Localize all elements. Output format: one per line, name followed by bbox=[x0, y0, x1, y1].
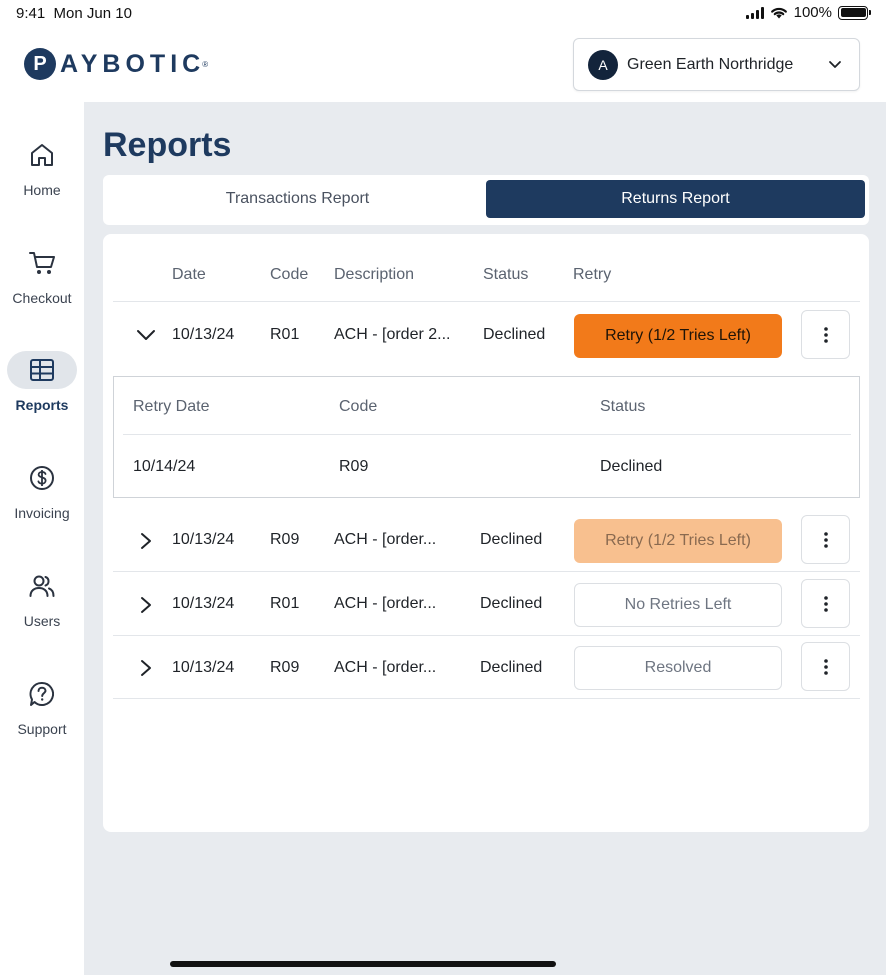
column-header-status: Status bbox=[483, 266, 529, 283]
divider bbox=[113, 301, 860, 302]
returns-table-card: Date Code Description Status Retry 10/13… bbox=[103, 234, 869, 832]
cart-icon bbox=[29, 252, 55, 274]
sidebar-item-label: Support bbox=[17, 721, 67, 737]
sidebar-item-reports[interactable]: Reports bbox=[0, 351, 84, 451]
home-icon bbox=[31, 144, 53, 166]
retry-button[interactable]: Retry (1/2 Tries Left) bbox=[574, 519, 782, 563]
row-menu-button[interactable] bbox=[801, 310, 850, 359]
main-content: Reports Transactions Report Returns Repo… bbox=[84, 102, 886, 975]
chevron-down-icon bbox=[829, 61, 841, 68]
cell-description: ACH - [order... bbox=[334, 659, 437, 676]
divider bbox=[113, 698, 860, 699]
cell-date: 10/13/24 bbox=[172, 659, 235, 676]
logo-text: AYBOTIC bbox=[60, 49, 206, 78]
retry-cell-date: 10/14/24 bbox=[133, 458, 196, 475]
home-indicator[interactable] bbox=[170, 961, 556, 967]
retry-button[interactable]: Retry (1/2 Tries Left) bbox=[574, 314, 782, 358]
report-tabs: Transactions Report Returns Report bbox=[103, 175, 869, 225]
cell-code: R09 bbox=[270, 659, 300, 676]
sidebar-item-home[interactable]: Home bbox=[0, 136, 84, 236]
divider bbox=[113, 635, 860, 636]
cell-date: 10/13/24 bbox=[172, 595, 235, 612]
cell-description: ACH - [order... bbox=[334, 595, 437, 612]
chevron-down-icon[interactable] bbox=[135, 326, 157, 344]
wifi-icon bbox=[770, 7, 787, 19]
tab-transactions-report[interactable]: Transactions Report bbox=[108, 180, 487, 218]
avatar: A bbox=[588, 49, 618, 80]
row-menu-button[interactable] bbox=[801, 579, 850, 628]
sidebar-item-invoicing[interactable]: Invoicing bbox=[0, 459, 84, 559]
page-title: Reports bbox=[103, 126, 232, 164]
chevron-right-icon[interactable] bbox=[137, 658, 155, 678]
store-selector[interactable]: A Green Earth Northridge bbox=[573, 38, 860, 91]
sidebar-item-label: Home bbox=[23, 182, 61, 198]
chevron-right-icon[interactable] bbox=[137, 595, 155, 615]
battery-percent: 100% bbox=[793, 4, 832, 21]
column-header-retry-date: Retry Date bbox=[133, 398, 210, 415]
logo-mark: P bbox=[24, 48, 56, 80]
help-bubble-icon bbox=[29, 681, 54, 706]
cell-description: ACH - [order 2... bbox=[334, 326, 451, 343]
resolved-button[interactable]: Resolved bbox=[574, 646, 782, 690]
users-icon bbox=[29, 575, 55, 597]
divider bbox=[113, 571, 860, 572]
cell-status: Declined bbox=[480, 531, 543, 548]
status-time: 9:41 Mon Jun 10 bbox=[16, 5, 132, 22]
retry-cell-code: R09 bbox=[339, 458, 369, 475]
retry-history-table: Retry Date Code Status 10/14/24 R09 Decl… bbox=[113, 376, 860, 498]
cell-status: Declined bbox=[480, 659, 543, 676]
sidebar-item-checkout[interactable]: Checkout bbox=[0, 244, 84, 344]
cell-code: R09 bbox=[270, 531, 300, 548]
store-name: Green Earth Northridge bbox=[627, 55, 794, 73]
sidebar-item-label: Users bbox=[23, 613, 61, 629]
divider bbox=[123, 434, 851, 435]
dollar-circle-icon bbox=[30, 466, 54, 490]
sidebar-item-label: Checkout bbox=[12, 290, 72, 306]
cell-code: R01 bbox=[270, 326, 300, 343]
sidebar-item-users[interactable]: Users bbox=[0, 567, 84, 667]
no-retries-button[interactable]: No Retries Left bbox=[574, 583, 782, 627]
more-vertical-icon bbox=[823, 531, 828, 548]
status-bar: 9:41 Mon Jun 10 100% bbox=[0, 0, 886, 28]
table-icon bbox=[30, 359, 54, 381]
sidebar: Home Checkout Reports Invoicing Users Su… bbox=[0, 102, 84, 975]
cell-description: ACH - [order... bbox=[334, 531, 437, 548]
sidebar-item-label: Invoicing bbox=[14, 505, 70, 521]
cell-date: 10/13/24 bbox=[172, 531, 235, 548]
column-header-retry-code: Code bbox=[339, 398, 378, 415]
cell-status: Declined bbox=[483, 326, 546, 343]
more-vertical-icon bbox=[823, 326, 828, 343]
column-header-description: Description bbox=[334, 266, 415, 283]
cell-date: 10/13/24 bbox=[172, 326, 235, 343]
cellular-signal-icon bbox=[745, 6, 764, 19]
more-vertical-icon bbox=[823, 658, 828, 675]
column-header-code: Code bbox=[270, 266, 309, 283]
battery-icon bbox=[838, 5, 871, 20]
logo-registered-mark: ® bbox=[202, 59, 209, 69]
row-menu-button[interactable] bbox=[801, 642, 850, 691]
retry-cell-status: Declined bbox=[600, 458, 663, 475]
column-header-date: Date bbox=[172, 266, 206, 283]
chevron-right-icon[interactable] bbox=[137, 531, 155, 551]
cell-code: R01 bbox=[270, 595, 300, 612]
sidebar-item-support[interactable]: Support bbox=[0, 675, 84, 775]
sidebar-item-label: Reports bbox=[15, 397, 69, 413]
top-bar: P AYBOTIC ® A Green Earth Northridge bbox=[0, 28, 886, 102]
column-header-retry-status: Status bbox=[600, 398, 646, 415]
more-vertical-icon bbox=[823, 595, 828, 612]
row-menu-button[interactable] bbox=[801, 515, 850, 564]
tab-returns-report[interactable]: Returns Report bbox=[486, 180, 865, 218]
cell-status: Declined bbox=[480, 595, 543, 612]
column-header-retry: Retry bbox=[573, 266, 612, 283]
paybotic-logo: P AYBOTIC ® bbox=[24, 48, 208, 80]
